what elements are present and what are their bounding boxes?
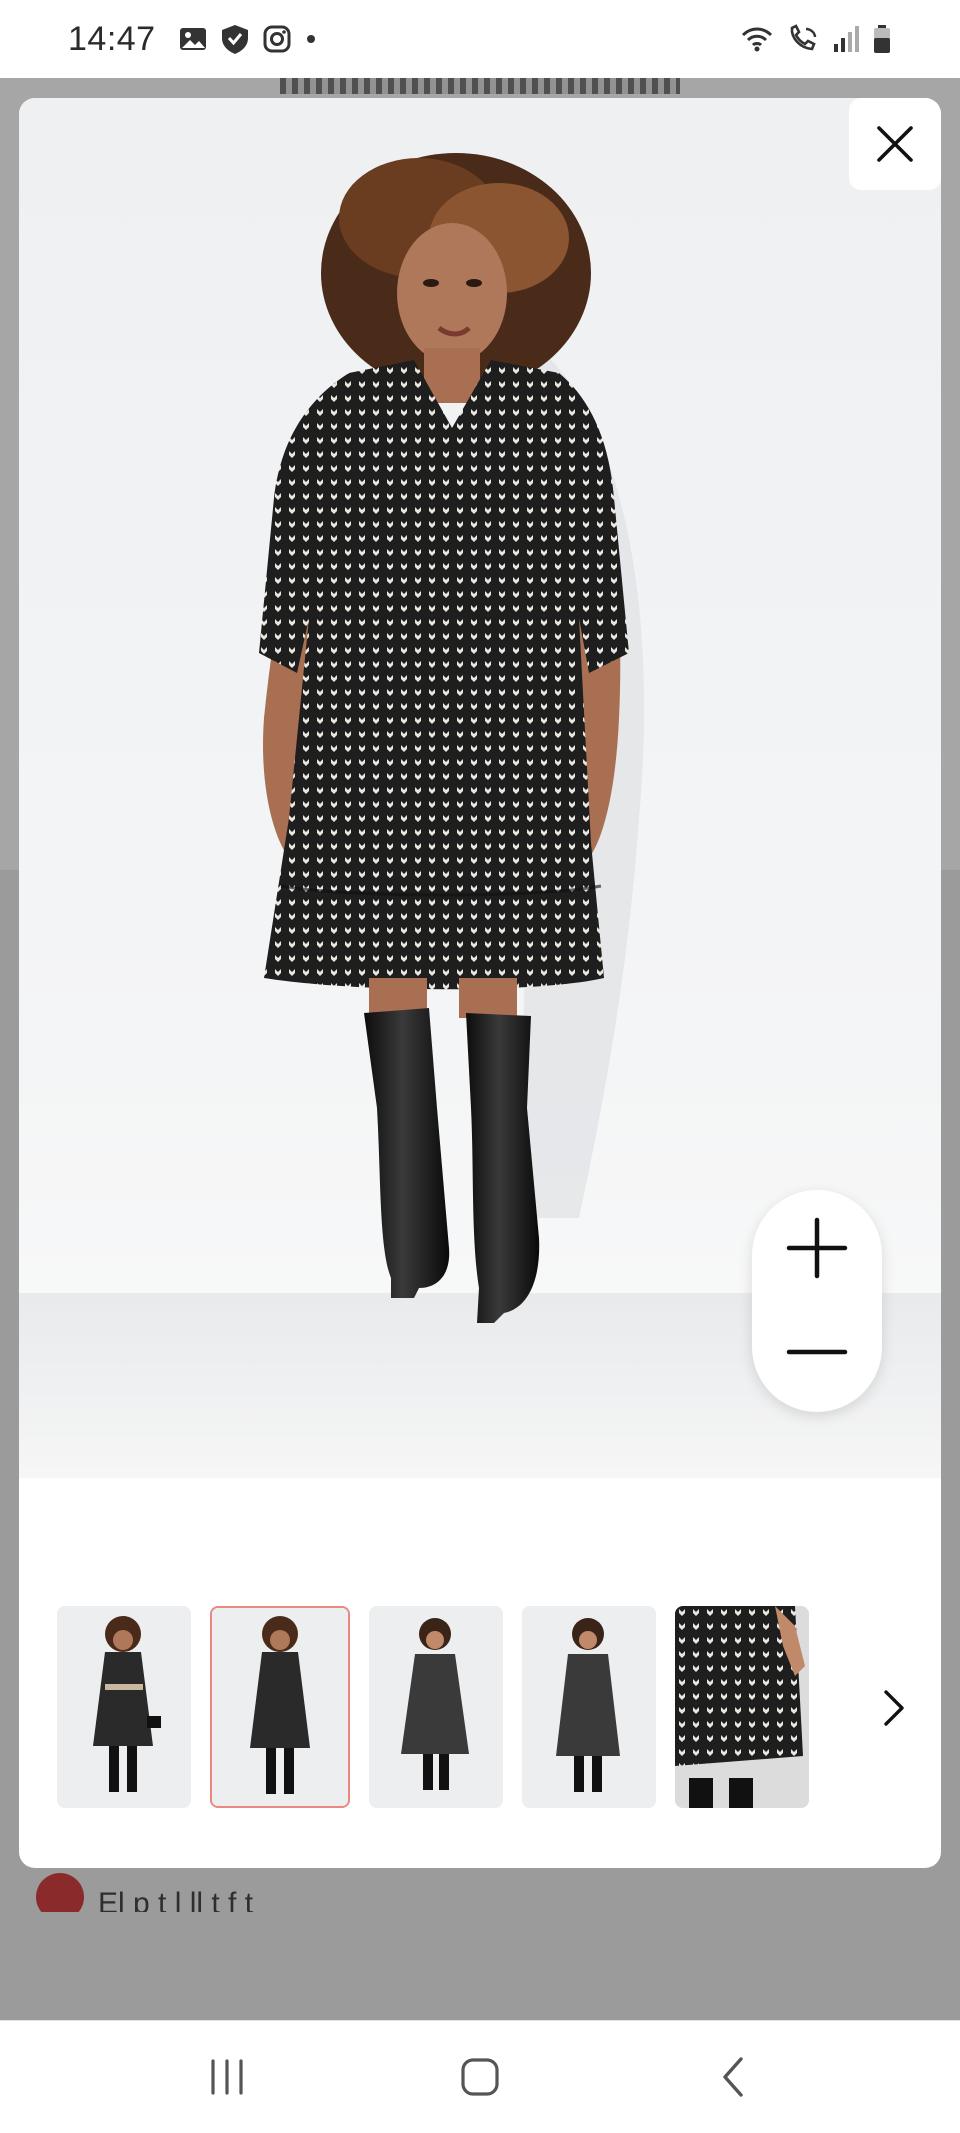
signal-icon <box>832 24 860 54</box>
back-icon <box>723 2057 744 2097</box>
status-bar: 14:47 <box>0 0 960 78</box>
wifi-icon <box>740 24 774 54</box>
plus-icon <box>786 1217 848 1279</box>
status-time: 14:47 <box>68 19 156 58</box>
shield-icon <box>220 23 250 55</box>
image-viewer-modal <box>19 98 941 1868</box>
zoom-out-button[interactable] <box>752 1302 882 1402</box>
wifi-call-icon <box>786 24 820 54</box>
backdrop-text-row: El p t l ll t f t <box>36 1872 253 1912</box>
recent-apps-button[interactable] <box>172 2037 282 2117</box>
thumbnail-2-selected[interactable] <box>210 1606 350 1808</box>
close-icon <box>877 126 913 162</box>
instagram-icon <box>262 24 292 54</box>
home-button[interactable] <box>425 2037 535 2117</box>
status-left: 14:47 <box>68 20 318 59</box>
system-nav-bar <box>0 2020 960 2133</box>
zoom-in-button[interactable] <box>752 1198 882 1298</box>
home-icon <box>461 2058 499 2096</box>
zoom-control <box>752 1190 882 1412</box>
close-button[interactable] <box>849 98 941 190</box>
back-button[interactable] <box>678 2037 788 2117</box>
status-right <box>740 24 892 54</box>
thumbnail-5[interactable] <box>675 1606 809 1808</box>
battery-icon <box>872 24 892 54</box>
dot-icon <box>304 32 318 46</box>
chevron-right-icon <box>884 1690 904 1726</box>
thumbnail-next-button[interactable] <box>874 1678 914 1738</box>
backdrop-partial-text: El p t l ll t f t <box>98 1887 254 1912</box>
gallery-icon <box>178 24 208 54</box>
backdrop-badge-icon <box>36 1873 84 1912</box>
thumbnail-4[interactable] <box>522 1606 656 1808</box>
minus-icon <box>786 1349 848 1355</box>
backdrop-product-image <box>280 78 680 94</box>
thumbnail-strip <box>57 1606 809 1808</box>
recent-apps-icon <box>211 2059 243 2095</box>
thumbnail-3[interactable] <box>369 1606 503 1808</box>
thumbnail-1[interactable] <box>57 1606 191 1808</box>
